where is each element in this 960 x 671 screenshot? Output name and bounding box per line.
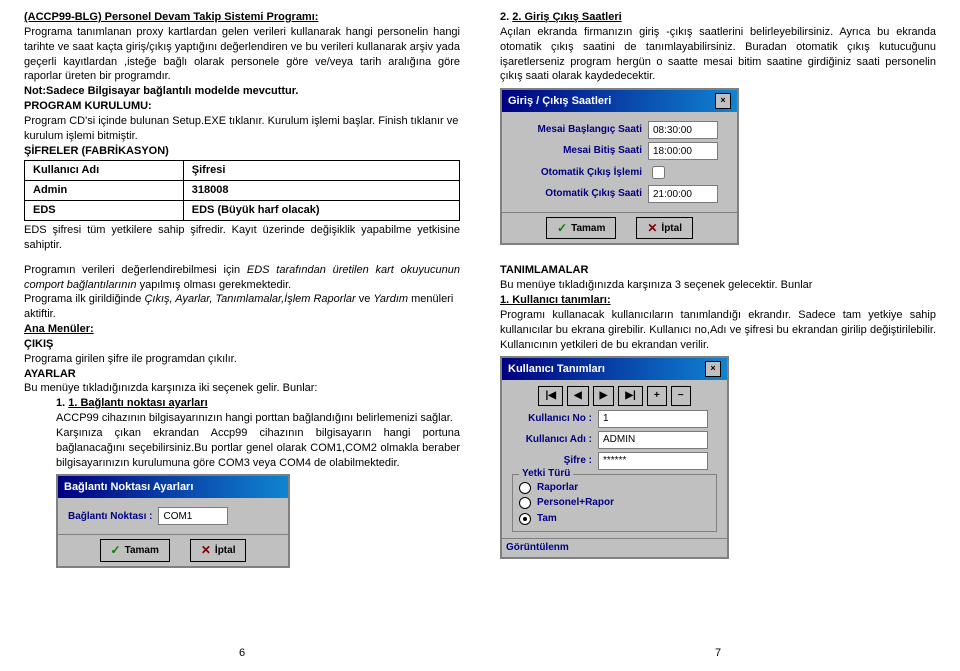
- oci-checkbox[interactable]: [652, 166, 665, 179]
- spacer: [500, 249, 936, 263]
- check-icon: ✓: [111, 542, 121, 558]
- kurulumu-header: PROGRAM KURULUMU:: [24, 99, 460, 114]
- dlg2-title-text: Giriş / Çıkış Saatleri: [508, 94, 611, 109]
- ayarlar-t: Bu menüye tıkladığınızda karşınıza iki s…: [24, 381, 460, 396]
- lbl-mb: Mesai Başlangıç Saati: [512, 123, 642, 137]
- lbl-oci: Otomatik Çıkış İşlemi: [512, 166, 642, 180]
- yetki-group: Yetki Türü Raporlar Personel+Rapor Tam: [512, 474, 717, 533]
- iptal-button-2[interactable]: ✕İptal: [636, 217, 693, 239]
- opt1-t2: Karşınıza çıkan ekrandan Accp99 cihazını…: [56, 426, 460, 471]
- kno-input[interactable]: [598, 410, 708, 428]
- lbl-sifre: Şifre :: [512, 454, 592, 468]
- com-port-input[interactable]: [158, 507, 228, 525]
- close-icon[interactable]: ×: [705, 361, 721, 377]
- check-icon: ✓: [557, 220, 567, 236]
- p3c: ve: [356, 293, 374, 305]
- nav-last-button[interactable]: ▶|: [618, 386, 643, 406]
- radio-raporlar[interactable]: [519, 482, 531, 494]
- y2: Personel+Rapor: [537, 496, 614, 510]
- radio-personel[interactable]: [519, 497, 531, 509]
- nav-prev-button[interactable]: ◀: [567, 386, 589, 406]
- lbl-kadi: Kullanıcı Adı :: [512, 433, 592, 447]
- left-column: (ACCP99-BLG) Personel Devam Takip Sistem…: [24, 10, 460, 661]
- status-bar: Görüntülenm: [502, 538, 727, 557]
- p3b: Çıkış, Ayarlar, Tanımlamalar,İşlem Rapor…: [144, 293, 355, 305]
- dlg2-titlebar[interactable]: Giriş / Çıkış Saatleri ×: [502, 90, 737, 112]
- y3: Tam: [537, 512, 557, 526]
- p2c: yapılmış olması gerekmektedir.: [137, 279, 292, 291]
- opt1-block: 1. 1. Bağlantı noktası ayarları ACCP99 c…: [24, 396, 460, 571]
- opt1-t: ACCP99 cihazının bilgisayarınızın hangi …: [56, 411, 460, 426]
- dlg3-title-text: Kullanıcı Tanımları: [508, 362, 605, 377]
- y1: Raporlar: [537, 481, 578, 495]
- intro-paragraph: Programa tanımlanan proxy kartlardan gel…: [24, 25, 460, 84]
- sifre-input[interactable]: [598, 452, 708, 470]
- yetki-legend: Yetki Türü: [519, 467, 573, 481]
- kurulumu-text: Program CD'si içinde bulunan Setup.EXE t…: [24, 114, 460, 144]
- cell-eds: EDS: [25, 201, 184, 221]
- page-wrap: (ACCP99-BLG) Personel Devam Takip Sistem…: [0, 0, 960, 671]
- lbl-me: Mesai Bitiş Saati: [512, 144, 642, 158]
- cikis-h: ÇIKIŞ: [24, 337, 460, 352]
- dlg1-lbl: Bağlantı Noktası :: [68, 510, 152, 524]
- note-line: Not:Sadece Bilgisayar bağlantılı modelde…: [24, 84, 460, 99]
- tamam-button-2[interactable]: ✓Tamam: [546, 217, 616, 239]
- cell-eds-pass: EDS (Büyük harf olacak): [183, 201, 459, 221]
- nav-add-button[interactable]: +: [647, 386, 667, 406]
- kt-t: Programı kullanacak kullanıcıların tanım…: [500, 308, 936, 353]
- opt1-h: 1. 1. Bağlantı noktası ayarları: [56, 396, 460, 411]
- eds-note: EDS şifresi tüm yetkilere sahip şifredir…: [24, 223, 460, 253]
- spacer: [24, 253, 460, 263]
- page-number-right: 7: [500, 638, 936, 661]
- nav-next-button[interactable]: ▶: [593, 386, 615, 406]
- nav-first-button[interactable]: |◀: [538, 386, 563, 406]
- iptal-button[interactable]: ✕İptal: [190, 539, 247, 561]
- close-icon[interactable]: ×: [715, 93, 731, 109]
- me-input[interactable]: [648, 142, 718, 160]
- cikis-t: Programa girilen şifre ile programdan çı…: [24, 352, 460, 367]
- dlg-kullanici: Kullanıcı Tanımları × |◀ ◀ ▶ ▶| + − Kulla…: [500, 356, 729, 559]
- mb-input[interactable]: [648, 121, 718, 139]
- nav-del-button[interactable]: −: [671, 386, 691, 406]
- th-pass: Şifresi: [183, 161, 459, 181]
- right-column: 2. 2. Giriş Çıkış Saatleri Açılan ekrand…: [500, 10, 936, 661]
- lbl-ocs: Otomatik Çıkış Saati: [512, 187, 642, 201]
- ocs-input[interactable]: [648, 185, 718, 203]
- page-number-left: 6: [24, 638, 460, 661]
- lbl-kno: Kullanıcı No :: [512, 412, 592, 426]
- dlg-baglanti: Bağlantı Noktası Ayarları Bağlantı Nokta…: [56, 474, 290, 567]
- kadi-input[interactable]: [598, 431, 708, 449]
- kt-h: 1. Kullanıcı tanımları:: [500, 293, 936, 308]
- dlg3-titlebar[interactable]: Kullanıcı Tanımları ×: [502, 358, 727, 380]
- dlg1-title-text: Bağlantı Noktası Ayarları: [64, 480, 193, 495]
- p3a: Programa ilk girildiğinde: [24, 293, 144, 305]
- x-icon: ✕: [201, 542, 211, 558]
- r-p1: Açılan ekranda firmanızın giriş -çıkış s…: [500, 25, 936, 84]
- p2: Programın verileri değerlendirebilmesi i…: [24, 263, 460, 293]
- ayarlar-h: AYARLAR: [24, 367, 460, 382]
- cell-admin-pass: 318008: [183, 181, 459, 201]
- th-user: Kullanıcı Adı: [25, 161, 184, 181]
- ana-menuler: Ana Menüler:: [24, 322, 460, 337]
- sifreler-header: ŞİFRELER (FABRİKASYON): [24, 144, 460, 159]
- x-icon: ✕: [647, 220, 657, 236]
- p3: Programa ilk girildiğinde Çıkış, Ayarlar…: [24, 292, 460, 322]
- credentials-table: Kullanıcı AdıŞifresi Admin318008 EDSEDS …: [24, 160, 460, 221]
- tanimlamalar-h: TANIMLAMALAR: [500, 263, 936, 278]
- dlg1-titlebar[interactable]: Bağlantı Noktası Ayarları: [58, 476, 288, 498]
- tamam-button[interactable]: ✓Tamam: [100, 539, 170, 561]
- dlg-giris-cikis: Giriş / Çıkış Saatleri × Mesai Başlangıç …: [500, 88, 739, 245]
- doc-title: (ACCP99-BLG) Personel Devam Takip Sistem…: [24, 10, 460, 25]
- p2a: Programın verileri değerlendirebilmesi i…: [24, 264, 247, 276]
- radio-tam[interactable]: [519, 513, 531, 525]
- h2: 2. 2. Giriş Çıkış Saatleri: [500, 10, 936, 25]
- cell-admin: Admin: [25, 181, 184, 201]
- p3d: Yardım: [373, 293, 408, 305]
- tanimlamalar-t: Bu menüye tıkladığınızda karşınıza 3 seç…: [500, 278, 936, 293]
